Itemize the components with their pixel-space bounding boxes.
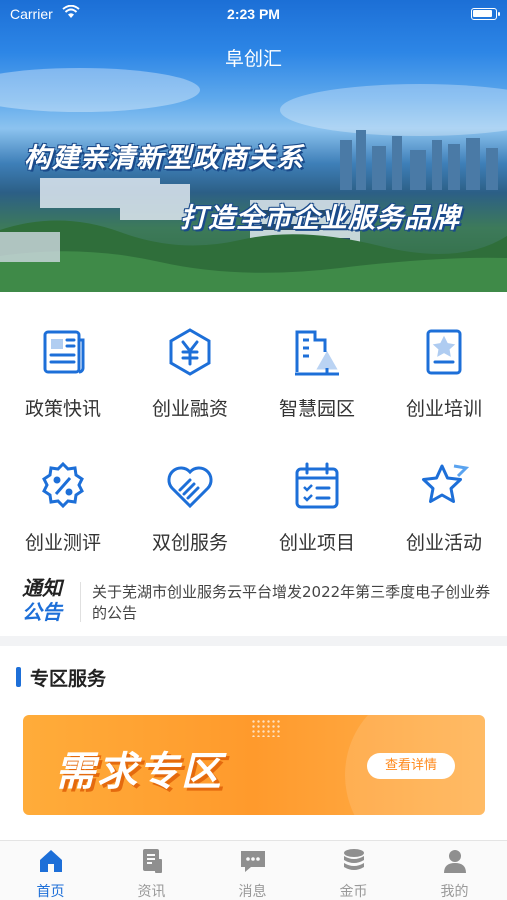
tab-profile[interactable]: 我的 [404,847,505,900]
service-assessment[interactable]: 创业测评 [0,460,126,555]
tab-bar: 首页 资讯 消息 金币 我的 [0,840,507,900]
notice-tag: 通知 公告 [22,576,70,624]
hero-slogan-line1: 构建亲清新型政商关系 [24,143,304,174]
tab-coins[interactable]: 金币 [303,847,404,900]
service-label: 政策快讯 [24,398,101,420]
service-label: 双创服务 [151,532,228,554]
service-label: 创业培训 [405,398,482,420]
notice-divider [80,582,81,622]
notice-tag-line1: 通知 [22,576,62,600]
service-label: 创业活动 [405,532,482,554]
user-icon [443,850,466,873]
notice-text[interactable]: 关于芜湖市创业服务云平台增发2022年第三季度电子创业券的公告 [92,582,492,624]
document-icon [142,849,162,873]
battery-icon [471,8,500,20]
tab-label: 资讯 [137,884,166,900]
service-label: 创业测评 [24,532,101,554]
service-policy-news[interactable]: 政策快讯 [0,326,126,421]
tab-label: 我的 [440,884,469,900]
tab-label: 消息 [238,884,267,900]
notice-bar[interactable]: 通知 公告 关于芜湖市创业服务云平台增发2022年第三季度电子创业券的公告 [0,572,507,632]
section-gap [0,636,507,646]
service-label: 智慧园区 [278,398,355,420]
calendar-checklist-icon [295,462,339,509]
coins-icon [343,849,364,870]
app-title: 阜创汇 [224,48,282,70]
yuan-hexagon-icon [169,328,211,376]
service-training[interactable]: 创业培训 [381,326,507,421]
star-icon [422,464,470,503]
service-financing[interactable]: 创业融资 [127,326,253,421]
service-projects[interactable]: 创业项目 [254,460,380,555]
service-label: 创业项目 [278,532,355,554]
status-bar: Carrier 2:23 PM [0,0,507,28]
service-smart-park[interactable]: 智慧园区 [254,326,380,421]
home-icon [39,850,62,872]
tab-label: 金币 [339,884,368,900]
banner-dots [251,719,281,737]
certificate-icon [426,329,462,375]
notice-tag-line2: 公告 [22,600,62,624]
service-innovation[interactable]: 双创服务 [127,460,253,555]
percent-badge-icon [42,461,84,509]
status-time: 2:23 PM [227,6,280,22]
tab-news[interactable]: 资讯 [101,847,202,900]
tab-messages[interactable]: 消息 [202,847,303,900]
banner-title: 需求专区 [55,749,223,795]
tab-home[interactable]: 首页 [0,847,101,900]
hero-slogan-line2: 打造全市企业服务品牌 [180,203,460,234]
view-details-button[interactable]: 查看详情 [367,753,455,779]
handshake-heart-icon [167,466,213,509]
tab-label: 首页 [36,884,65,900]
park-building-icon [295,330,339,376]
service-events[interactable]: 创业活动 [381,460,507,555]
service-label: 创业融资 [151,398,228,420]
chat-icon [240,851,265,872]
hero-banner[interactable]: Carrier 2:23 PM 阜创汇 构建亲清新型政商关系 打造全市企业服务品… [0,0,507,292]
demand-zone-banner[interactable]: 需求专区 查看详情 [23,715,485,815]
section-title: 专区服务 [16,664,106,691]
news-icon [43,330,85,374]
